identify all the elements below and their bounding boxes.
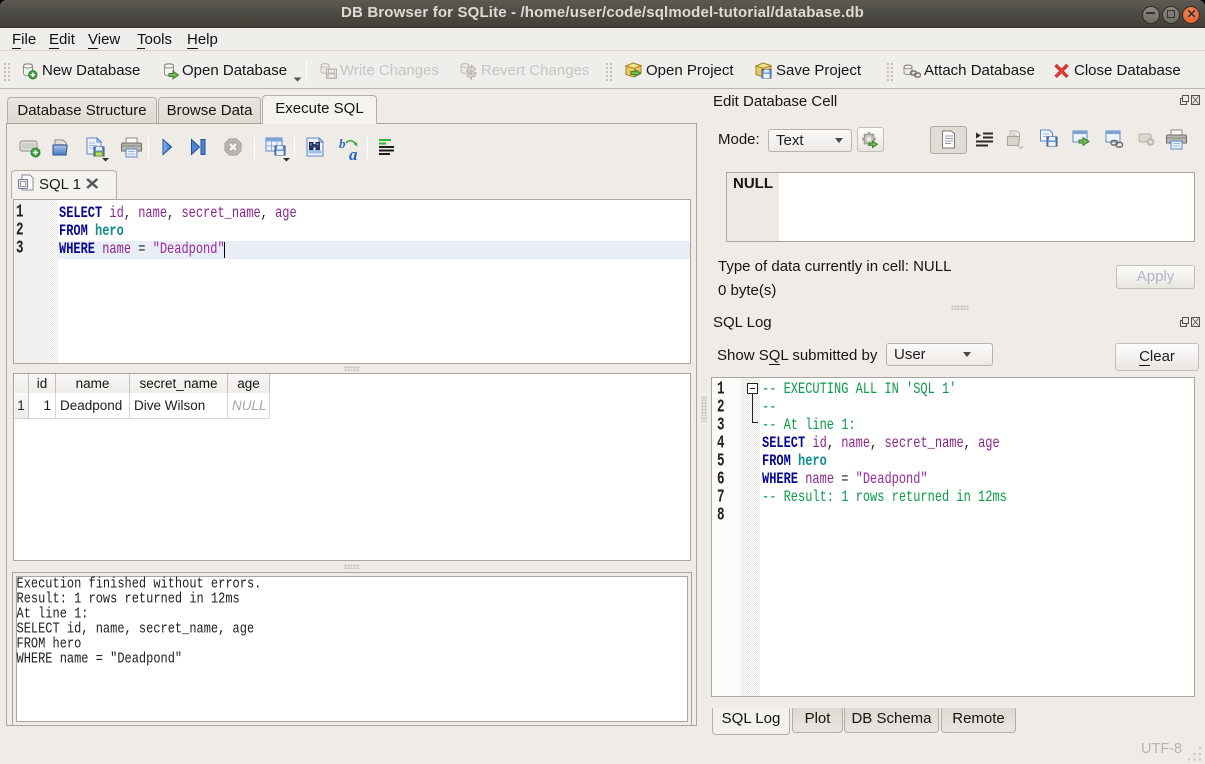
svg-text:a: a xyxy=(349,145,358,161)
svg-text:b: b xyxy=(339,137,346,151)
